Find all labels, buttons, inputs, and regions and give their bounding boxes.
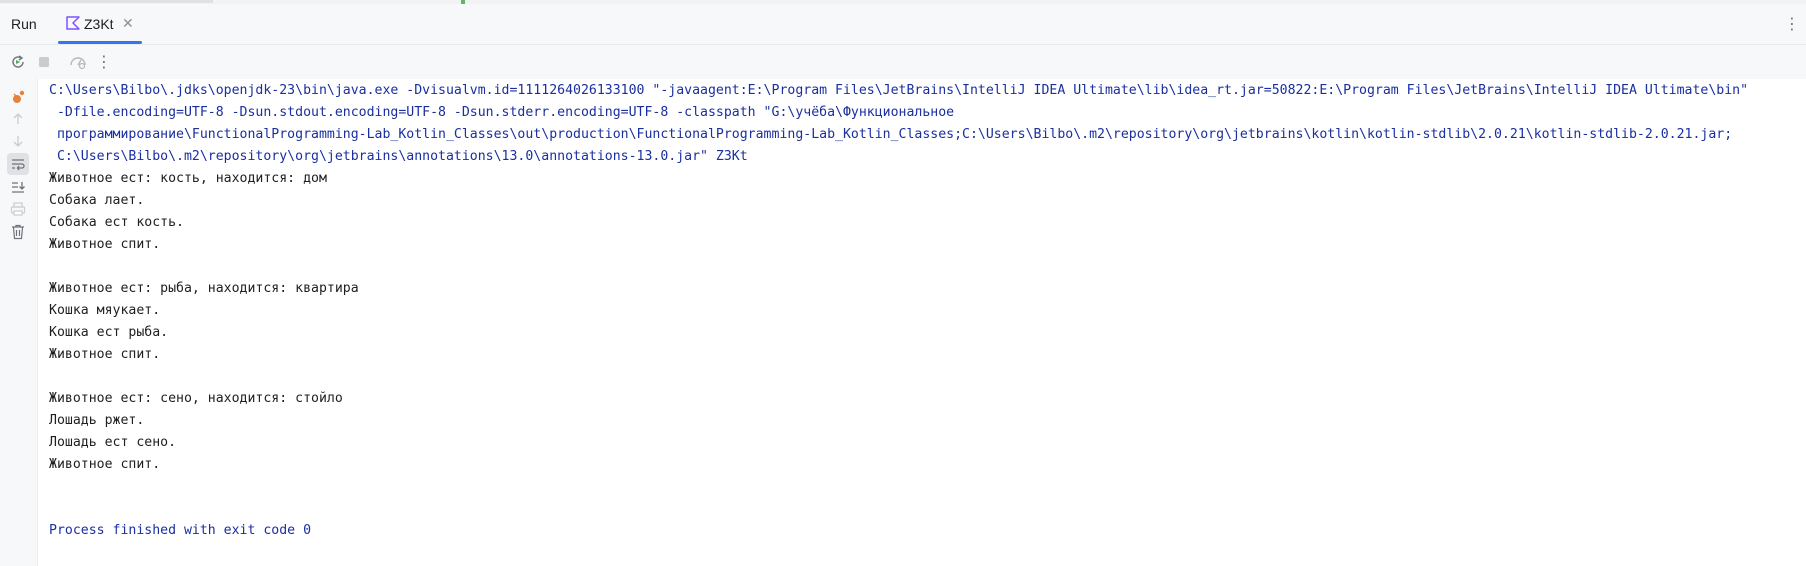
kotlin-file-icon [66, 16, 80, 30]
console-output-line: Животное спит. [49, 237, 161, 252]
more-icon[interactable]: ⋮ [94, 52, 114, 72]
console-output-line: Кошка мяукает. [49, 303, 161, 318]
editor-tab-strip-segment [0, 0, 213, 3]
console-output-line: Собака ест кость. [49, 215, 184, 230]
tool-window-title: Run [11, 16, 37, 32]
scroll-to-end-icon[interactable] [7, 176, 29, 198]
console-output[interactable]: C:\Users\Bilbo\.jdks\openjdk-23\bin\java… [49, 80, 1799, 542]
debug-icon[interactable] [7, 86, 29, 108]
console-output-line: Животное спит. [49, 457, 161, 472]
console-command-line: -Dfile.encoding=UTF-8 -Dsun.stdout.encod… [49, 105, 955, 120]
tab-z3kt[interactable]: Z3Kt ✕ [58, 4, 142, 44]
console-command-line: C:\Users\Bilbo\.jdks\openjdk-23\bin\java… [49, 83, 1749, 98]
options-menu-icon[interactable]: ⋮ [1784, 16, 1800, 34]
console-command-line: программирование\FunctionalProgramming-L… [49, 127, 1733, 142]
tab-selected-indicator [58, 41, 142, 44]
console-output-line: Лошадь ржет. [49, 413, 145, 428]
stop-icon[interactable] [34, 52, 54, 72]
process-exit-message: Process finished with exit code 0 [49, 523, 312, 538]
scroll-up-icon[interactable] [7, 108, 29, 130]
console-output-line: Животное ест: рыба, находится: квартира [49, 281, 359, 296]
console-output-line: Животное ест: сено, находится: стойло [49, 391, 343, 406]
profiler-icon[interactable] [68, 52, 88, 72]
console-output-line: Собака лает. [49, 193, 145, 208]
run-tool-window-header: Run Z3Kt ✕ ⋮ [0, 4, 1806, 45]
clear-all-icon[interactable] [7, 221, 29, 243]
print-icon[interactable] [7, 198, 29, 220]
tab-label: Z3Kt [84, 16, 114, 32]
scroll-down-icon[interactable] [7, 130, 29, 152]
rerun-icon[interactable] [8, 52, 28, 72]
console-command-line: C:\Users\Bilbo\.m2\repository\org\jetbra… [49, 149, 748, 164]
console-output-line: Лошадь ест сено. [49, 435, 177, 450]
run-toolbar: ⋮ [0, 45, 1806, 79]
console-output-line: Животное ест: кость, находится: дом [49, 171, 327, 186]
console-gutter-toolbar [0, 79, 38, 566]
soft-wrap-icon[interactable] [7, 153, 29, 175]
console-output-line: Кошка ест рыба. [49, 325, 169, 340]
close-icon[interactable]: ✕ [122, 15, 134, 32]
console-output-line: Животное спит. [49, 347, 161, 362]
